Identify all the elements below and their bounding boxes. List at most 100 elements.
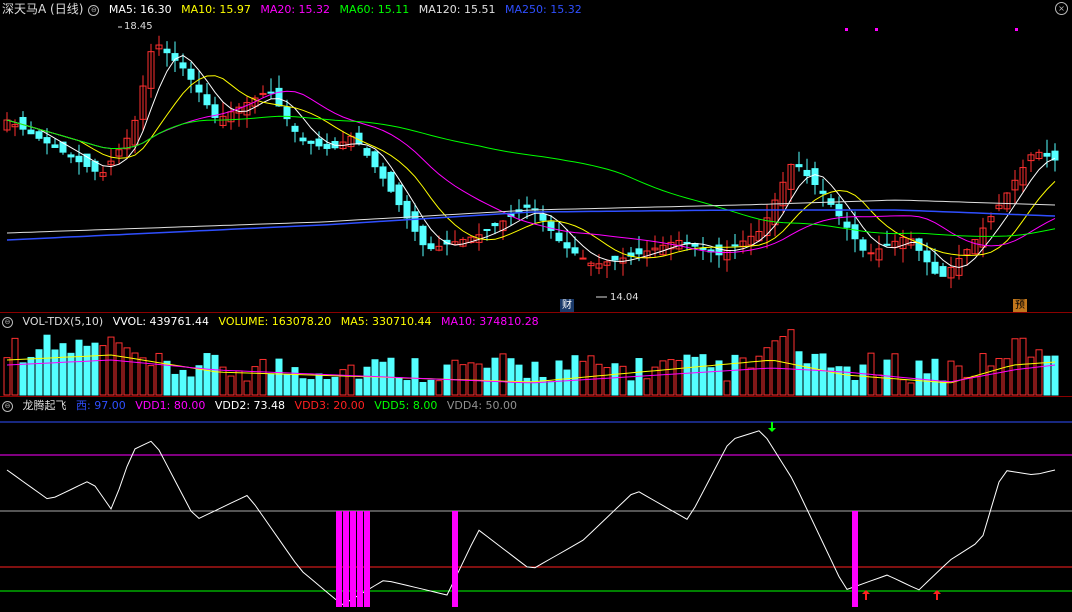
stock-chart[interactable] [0, 0, 1072, 612]
vdd5-label: VDD5: 8.00 [374, 399, 438, 412]
volume-bar [699, 354, 707, 396]
volume-bar [451, 359, 459, 396]
indicator-title: 龙腾起飞 [22, 399, 67, 412]
volume-bar [11, 337, 19, 396]
volume-bar [643, 378, 651, 396]
panel-divider [0, 396, 1072, 397]
volume-bar [251, 366, 259, 396]
candle-body [427, 243, 435, 250]
candle-body [75, 155, 83, 163]
volume-bar [747, 367, 755, 396]
forecast-tag[interactable]: 预 [1013, 299, 1027, 312]
volume-bar [947, 360, 955, 396]
volume-bar [683, 354, 691, 396]
vdd4-label: VDD4: 50.00 [446, 399, 518, 412]
sell-arrow-icon [768, 422, 776, 432]
volume-bar [1003, 358, 1011, 396]
volume-bar [547, 381, 555, 396]
volume-bar [187, 376, 195, 396]
volume-bar [379, 361, 387, 396]
candle-body [363, 148, 371, 156]
volume-bar [611, 363, 619, 396]
volume-bar [35, 349, 43, 396]
candle-body [859, 239, 867, 251]
volume-bar [491, 357, 499, 396]
ma-legend: 深天马A (日线) ⊖ MA5: 16.30 MA10: 15.97 MA20: … [0, 1, 588, 17]
volume-bar [115, 342, 123, 396]
candle-body [395, 184, 403, 206]
volume-bar [795, 351, 803, 396]
volume-bar [195, 365, 203, 396]
volume-bar [523, 377, 531, 396]
volume-bar [427, 379, 435, 396]
ma-line [6, 54, 1056, 269]
candle-body [795, 164, 803, 168]
volume-bar [763, 347, 771, 396]
indicator-legend: ⊖ 龙腾起飞 西: 97.00 VDD1: 80.00 VDD2: 73.48 … [0, 398, 523, 414]
candle-body [555, 232, 563, 242]
financial-report-tag[interactable]: 财 [560, 299, 574, 312]
signal-dot [845, 28, 848, 31]
candle-body [851, 224, 859, 240]
volume-bar [627, 380, 635, 396]
candle-body [483, 228, 491, 231]
stock-title[interactable]: 深天马A (日线) [2, 2, 83, 16]
candle-body [819, 190, 827, 194]
candle-body [843, 221, 851, 228]
ma-line [6, 115, 1056, 237]
volume-bar [83, 345, 91, 396]
vol-ma5-label: MA5: 330710.44 [340, 315, 432, 328]
volume-bar [331, 376, 339, 396]
candle-body [187, 68, 195, 80]
candle-body [43, 137, 51, 144]
volume-bar [275, 358, 283, 396]
volume-bar [355, 378, 363, 396]
volume-bar [603, 367, 611, 396]
candle-body [379, 166, 387, 179]
volume-bar [123, 347, 131, 396]
volume-bar [507, 358, 515, 396]
close-icon[interactable]: × [1055, 2, 1068, 15]
volume-bar [59, 343, 67, 396]
collapse-circle-icon[interactable]: ⊖ [2, 316, 13, 328]
volume-bar [227, 375, 235, 396]
volume-bar [91, 342, 99, 396]
candle-body [291, 125, 299, 132]
volume-bar [435, 380, 443, 396]
volume-bar [819, 353, 827, 396]
volume-label: VOLUME: 163078.20 [218, 315, 332, 328]
volume-bar [971, 375, 979, 396]
panel-divider [0, 312, 1072, 313]
collapse-circle-icon[interactable]: ⊖ [88, 4, 100, 16]
candle-body [635, 248, 643, 255]
signal-bar [852, 511, 858, 607]
volume-bar [163, 360, 171, 396]
volume-bar [203, 353, 211, 396]
vol-legend: ⊖ VOL-TDX(5,10) VVOL: 439761.44 VOLUME: … [0, 314, 545, 330]
candle-body [419, 225, 427, 246]
volume-bar [891, 353, 899, 396]
volume-bar [75, 339, 83, 396]
volume-bar [43, 334, 51, 396]
vvol-label: VVOL: 439761.44 [112, 315, 210, 328]
candle-body [323, 143, 331, 149]
candle-body [539, 213, 547, 221]
candle-body [715, 244, 723, 256]
volume-bar [219, 366, 227, 396]
candle-body [923, 250, 931, 263]
volume-bar [675, 359, 683, 396]
volume-bar [787, 329, 795, 396]
collapse-circle-icon[interactable]: ⊖ [2, 400, 13, 412]
volume-bar [899, 379, 907, 396]
volume-bar [339, 369, 347, 396]
candle-body [883, 243, 891, 246]
volume-bar [235, 370, 243, 396]
candle-body [387, 171, 395, 192]
volume-bar [3, 357, 11, 396]
candle-body [51, 144, 59, 148]
candle-body [195, 84, 203, 93]
candle-body [803, 169, 811, 177]
ma5-label: MA5: 16.30 [108, 3, 172, 16]
volume-bar [411, 358, 419, 396]
vdd3-label: VDD3: 20.00 [294, 399, 365, 412]
